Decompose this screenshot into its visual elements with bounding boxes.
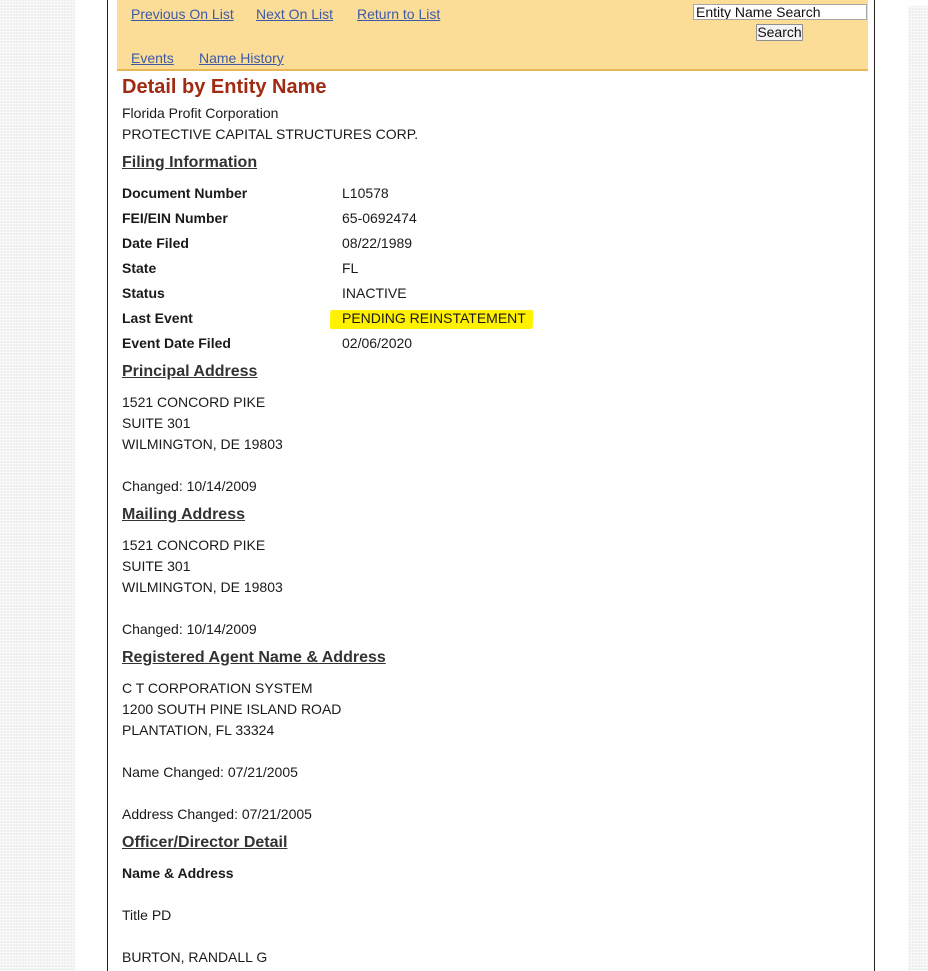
document-number-label: Document Number	[122, 185, 248, 201]
entity-name: PROTECTIVE CAPITAL STRUCTURES CORP.	[122, 126, 419, 142]
mailing-address-line: WILMINGTON, DE 19803	[122, 579, 283, 595]
principal-address-changed: Changed: 10/14/2009	[122, 478, 257, 494]
officer-title: Title PD	[122, 907, 172, 923]
events-link[interactable]: Events	[131, 50, 174, 66]
filing-information-heading: Filing Information	[122, 154, 258, 171]
next-on-list-link[interactable]: Next On List	[256, 6, 333, 22]
principal-address-line: SUITE 301	[122, 415, 191, 431]
navigation-bar: Previous On List Next On List Return to …	[117, 0, 868, 71]
mailing-address-changed: Changed: 10/14/2009	[122, 621, 257, 637]
name-history-link[interactable]: Name History	[199, 50, 284, 66]
return-to-list-link[interactable]: Return to List	[357, 6, 440, 22]
last-event-label: Last Event	[122, 310, 193, 326]
state-label: State	[122, 260, 157, 276]
right-page-background	[908, 0, 928, 971]
status-value: INACTIVE	[342, 285, 407, 301]
previous-on-list-link[interactable]: Previous On List	[131, 6, 234, 22]
officer-name-address-label: Name & Address	[122, 865, 234, 881]
event-date-filed-value: 02/06/2020	[342, 335, 413, 351]
page-title: Detail by Entity Name	[122, 76, 327, 98]
mailing-address-line: SUITE 301	[122, 558, 191, 574]
last-event-value: PENDING REINSTATEMENT	[342, 310, 526, 326]
fei-ein-number-label: FEI/EIN Number	[122, 210, 228, 226]
fei-ein-number-value: 65-0692474	[342, 210, 417, 226]
document-number-value: L10578	[342, 185, 389, 201]
date-filed-label: Date Filed	[122, 235, 189, 251]
search-button[interactable]: Search	[756, 24, 803, 41]
date-filed-value: 08/22/1989	[342, 235, 413, 251]
status-label: Status	[122, 285, 165, 301]
registered-agent-address-changed: Address Changed: 07/21/2005	[122, 806, 312, 822]
officer-director-heading: Officer/Director Detail	[122, 834, 288, 851]
principal-address-line: WILMINGTON, DE 19803	[122, 436, 283, 452]
mailing-address-line: 1521 CONCORD PIKE	[122, 537, 266, 553]
mailing-address-heading: Mailing Address	[122, 506, 245, 523]
officer-name: BURTON, RANDALL G	[122, 949, 268, 965]
detail-panel: Previous On List Next On List Return to …	[107, 0, 875, 971]
entity-name-search-input[interactable]	[693, 4, 867, 20]
registered-agent-line: PLANTATION, FL 33324	[122, 722, 275, 738]
registered-agent-name-changed: Name Changed: 07/21/2005	[122, 764, 298, 780]
registered-agent-line: 1200 SOUTH PINE ISLAND ROAD	[122, 701, 342, 717]
entity-type: Florida Profit Corporation	[122, 105, 279, 121]
event-date-filed-label: Event Date Filed	[122, 335, 231, 351]
state-value: FL	[342, 260, 359, 276]
principal-address-line: 1521 CONCORD PIKE	[122, 394, 266, 410]
registered-agent-heading: Registered Agent Name & Address	[122, 649, 386, 666]
left-page-background	[0, 0, 75, 971]
registered-agent-line: C T CORPORATION SYSTEM	[122, 680, 313, 696]
principal-address-heading: Principal Address	[122, 363, 258, 380]
